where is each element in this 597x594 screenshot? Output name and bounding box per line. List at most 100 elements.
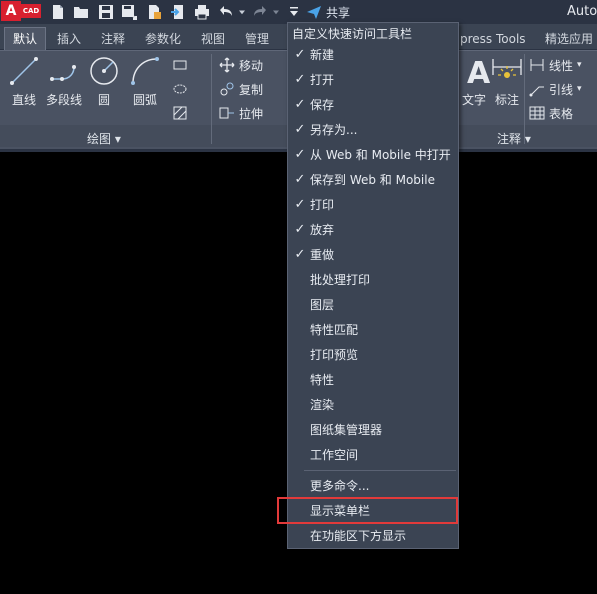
redo-icon[interactable] xyxy=(250,2,270,22)
tab-annotate[interactable]: 注释 xyxy=(101,28,125,50)
tab-express-tools[interactable]: press Tools xyxy=(460,28,526,50)
customize-dropdown-icon[interactable] xyxy=(286,2,302,22)
menu-item[interactable]: 渲染 xyxy=(288,392,456,417)
undo-icon[interactable] xyxy=(216,2,236,22)
menu-item[interactable]: ✓ 保存到 Web 和 Mobile xyxy=(288,167,456,192)
autocad-logo[interactable]: A CAD xyxy=(1,1,41,21)
move-icon xyxy=(219,57,235,73)
menu-item[interactable]: ✓ 打开 xyxy=(288,67,456,92)
publish-icon[interactable] xyxy=(144,2,164,22)
menu-item[interactable]: ✓ 打印 xyxy=(288,192,456,217)
menu-item-label: 打开 xyxy=(310,73,335,87)
share-button[interactable]: 共享 xyxy=(306,2,350,22)
menu-item-label: 打印 xyxy=(310,198,335,212)
menu-item[interactable]: 图层 xyxy=(288,292,456,317)
open-folder-icon[interactable] xyxy=(71,2,91,22)
draw-panel-title[interactable]: 绘图 ▾ xyxy=(87,130,121,147)
copy-icon xyxy=(220,82,234,96)
menu-item-more-commands[interactable]: 更多命令... xyxy=(288,473,456,498)
redo-dropdown-icon[interactable] xyxy=(270,2,282,22)
highlight-box xyxy=(277,497,458,524)
dimension-icon xyxy=(491,55,523,87)
tab-parametric[interactable]: 参数化 xyxy=(145,28,181,50)
undo-dropdown-icon[interactable] xyxy=(236,2,248,22)
menu-item-label: 图纸集管理器 xyxy=(310,423,383,437)
share-label: 共享 xyxy=(326,5,351,20)
tab-view[interactable]: 视图 xyxy=(201,28,225,50)
menu-item-label: 放弃 xyxy=(310,223,335,237)
menu-item[interactable]: 特性 xyxy=(288,367,456,392)
menu-item[interactable]: ✓ 保存 xyxy=(288,92,456,117)
stretch-tool[interactable]: 拉伸 xyxy=(219,104,263,122)
table-label: 表格 xyxy=(549,106,574,121)
menu-item[interactable]: ✓ 新建 xyxy=(288,42,456,67)
menu-item-label: 重做 xyxy=(310,248,335,262)
arc-tool[interactable]: 圆弧 xyxy=(125,55,165,108)
tab-default[interactable]: 默认 xyxy=(4,27,47,50)
check-icon: ✓ xyxy=(294,172,306,187)
menu-item[interactable]: 图纸集管理器 xyxy=(288,417,456,442)
table-tool[interactable]: 表格 xyxy=(529,104,573,122)
menu-item-label: 从 Web 和 Mobile 中打开 xyxy=(310,148,451,162)
check-icon: ✓ xyxy=(294,72,306,87)
polyline-icon xyxy=(48,55,80,87)
menu-item-label: 更多命令... xyxy=(310,479,370,493)
title-bar: A CAD 共享 Autoc xyxy=(0,0,597,24)
send-icon xyxy=(307,6,321,19)
move-tool[interactable]: 移动 xyxy=(219,56,263,74)
save-as-icon[interactable] xyxy=(119,2,139,22)
menu-item[interactable]: 批处理打印 xyxy=(288,267,456,292)
save-icon[interactable] xyxy=(96,2,116,22)
menu-item-label: 工作空间 xyxy=(310,448,359,462)
menu-item[interactable]: 打印预览 xyxy=(288,342,456,367)
menu-item-label: 图层 xyxy=(310,298,335,312)
circle-icon xyxy=(88,55,120,87)
rectangle-tool[interactable] xyxy=(172,56,188,74)
linear-dropdown-icon: ▾ xyxy=(577,60,582,70)
check-icon: ✓ xyxy=(294,222,306,237)
menu-item-label: 另存为... xyxy=(310,123,358,137)
import-icon[interactable] xyxy=(168,2,188,22)
linear-label: 线性 xyxy=(549,58,574,73)
menu-header: 自定义快速访问工具栏 xyxy=(292,27,413,41)
leader-icon xyxy=(529,86,544,97)
polyline-label: 多段线 xyxy=(45,93,82,107)
linear-dimension-icon xyxy=(530,59,544,71)
menu-item-show-below-ribbon[interactable]: 在功能区下方显示 xyxy=(288,523,456,548)
leader-label: 引线 xyxy=(549,82,574,97)
logo-cad: CAD xyxy=(21,4,41,18)
line-tool[interactable]: 直线 xyxy=(4,55,44,108)
menu-separator xyxy=(304,470,456,471)
annotation-panel-title[interactable]: 注释 ▾ xyxy=(497,130,531,147)
circle-tool[interactable]: 圆 xyxy=(84,55,124,108)
circle-label: 圆 xyxy=(97,93,110,107)
menu-item-label: 在功能区下方显示 xyxy=(310,529,407,543)
menu-item[interactable]: 特性匹配 xyxy=(288,317,456,342)
dimension-tool[interactable]: 标注 xyxy=(487,55,527,108)
copy-tool[interactable]: 复制 xyxy=(219,80,263,98)
copy-label: 复制 xyxy=(239,82,264,97)
tab-insert[interactable]: 插入 xyxy=(57,28,81,50)
menu-item[interactable]: ✓ 重做 xyxy=(288,242,456,267)
menu-item[interactable]: 工作空间 xyxy=(288,442,456,467)
polyline-tool[interactable]: 多段线 xyxy=(42,55,86,108)
menu-item-label: 保存 xyxy=(310,98,335,112)
move-label: 移动 xyxy=(239,58,264,73)
menu-item[interactable]: ✓ 从 Web 和 Mobile 中打开 xyxy=(288,142,456,167)
tab-manage[interactable]: 管理 xyxy=(245,28,269,50)
menu-item-label: 渲染 xyxy=(310,398,335,412)
stretch-icon xyxy=(219,107,234,119)
ellipse-tool[interactable] xyxy=(172,80,188,98)
tab-featured-apps[interactable]: 精选应用 xyxy=(545,28,593,50)
leader-dropdown-icon: ▾ xyxy=(577,84,582,94)
new-file-icon[interactable] xyxy=(48,2,68,22)
line-icon xyxy=(8,55,40,87)
hatch-tool[interactable] xyxy=(172,104,188,122)
leader-tool[interactable]: 引线 ▾ xyxy=(529,80,582,98)
menu-item[interactable]: ✓ 另存为... xyxy=(288,117,456,142)
menu-item-label: 打印预览 xyxy=(310,348,359,362)
linear-tool[interactable]: 线性 ▾ xyxy=(529,56,582,74)
menu-item[interactable]: ✓ 放弃 xyxy=(288,217,456,242)
line-label: 直线 xyxy=(11,93,36,107)
print-icon[interactable] xyxy=(192,2,212,22)
